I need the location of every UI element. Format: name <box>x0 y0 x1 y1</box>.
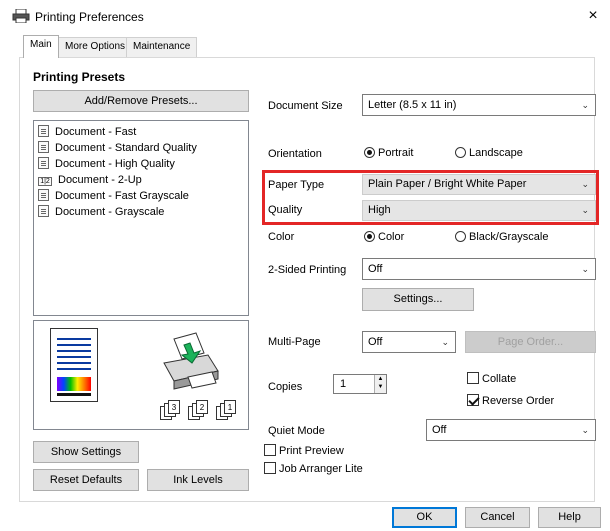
checkbox-unchecked-icon <box>264 462 276 474</box>
list-item[interactable]: Document - High Quality <box>38 156 175 172</box>
tab-more-options[interactable]: More Options <box>58 37 133 57</box>
two-up-preset-icon: 1|2 <box>38 177 52 186</box>
list-item[interactable]: Document - Fast <box>38 124 136 140</box>
black-grayscale-radio[interactable]: Black/Grayscale <box>455 231 548 243</box>
document-size-label: Document Size <box>268 100 343 112</box>
orientation-label: Orientation <box>268 148 322 160</box>
add-remove-presets-button[interactable]: Add/Remove Presets... <box>33 90 249 112</box>
multi-page-label: Multi-Page <box>268 336 321 348</box>
reverse-order-checkbox[interactable]: Reverse Order <box>467 394 554 407</box>
page-preview-icon <box>50 328 98 402</box>
portrait-radio[interactable]: Portrait <box>364 147 413 159</box>
presets-heading: Printing Presets <box>33 70 126 84</box>
chevron-down-icon: ⌄ <box>441 337 449 347</box>
list-item[interactable]: Document - Standard Quality <box>38 140 197 156</box>
chevron-down-icon: ⌄ <box>581 264 589 274</box>
radio-selected-icon <box>364 231 375 242</box>
landscape-radio[interactable]: Landscape <box>455 147 523 159</box>
chevron-down-icon: ⌄ <box>581 100 589 110</box>
document-size-select[interactable]: Letter (8.5 x 11 in) ⌄ <box>362 94 596 116</box>
chevron-down-icon: ⌄ <box>581 425 589 435</box>
list-item[interactable]: Document - Grayscale <box>38 204 164 220</box>
multi-page-select[interactable]: Off ⌄ <box>362 331 456 353</box>
help-button[interactable]: Help <box>538 507 601 528</box>
two-sided-label: 2-Sided Printing <box>268 264 347 276</box>
copies-label: Copies <box>268 381 303 393</box>
job-arranger-checkbox[interactable]: Job Arranger Lite <box>264 462 363 475</box>
highlight-box <box>262 170 599 225</box>
collate-checkbox[interactable]: Collate <box>467 372 516 385</box>
document-preset-icon <box>38 157 49 169</box>
tab-maintenance[interactable]: Maintenance <box>126 37 198 57</box>
two-sided-select[interactable]: Off ⌄ <box>362 258 596 280</box>
presets-list[interactable]: Document - Fast Document - Standard Qual… <box>33 120 249 316</box>
color-label: Color <box>268 231 295 243</box>
document-preset-icon <box>38 205 49 217</box>
document-preset-icon <box>38 141 49 153</box>
list-item[interactable]: 1|2 Document - 2-Up <box>38 172 142 188</box>
checkbox-checked-icon <box>467 394 479 406</box>
print-preview-checkbox[interactable]: Print Preview <box>264 444 344 457</box>
color-radio[interactable]: Color <box>364 231 404 243</box>
two-sided-settings-button[interactable]: Settings... <box>362 288 474 311</box>
document-preset-icon <box>38 189 49 201</box>
checkbox-unchecked-icon <box>264 444 276 456</box>
list-item[interactable]: Document - Fast Grayscale <box>38 188 189 204</box>
printer-preview-icon <box>163 332 219 390</box>
print-preview-panel: 3 2 1 <box>33 320 249 430</box>
copies-stepper[interactable]: 1 ▲ ▼ <box>333 374 387 394</box>
cancel-button[interactable]: Cancel <box>465 507 530 528</box>
show-settings-button[interactable]: Show Settings <box>33 441 139 463</box>
stepper-arrows-icon[interactable]: ▲ ▼ <box>374 375 386 393</box>
radio-unselected-icon <box>455 231 466 242</box>
reset-defaults-button[interactable]: Reset Defaults <box>33 469 139 491</box>
quiet-mode-select[interactable]: Off ⌄ <box>426 419 596 441</box>
ink-levels-button[interactable]: Ink Levels <box>147 469 249 491</box>
quiet-mode-label: Quiet Mode <box>268 425 325 437</box>
close-icon[interactable]: × <box>583 6 603 26</box>
ok-button[interactable]: OK <box>392 507 457 528</box>
checkbox-unchecked-icon <box>467 372 479 384</box>
radio-unselected-icon <box>455 147 466 158</box>
printer-icon <box>12 9 30 23</box>
page-order-button[interactable]: Page Order... <box>465 331 596 353</box>
window-title: Printing Preferences <box>35 10 144 24</box>
document-preset-icon <box>38 125 49 137</box>
radio-selected-icon <box>364 147 375 158</box>
tab-main[interactable]: Main <box>23 35 59 58</box>
collate-order-icon: 3 2 1 <box>160 400 250 426</box>
